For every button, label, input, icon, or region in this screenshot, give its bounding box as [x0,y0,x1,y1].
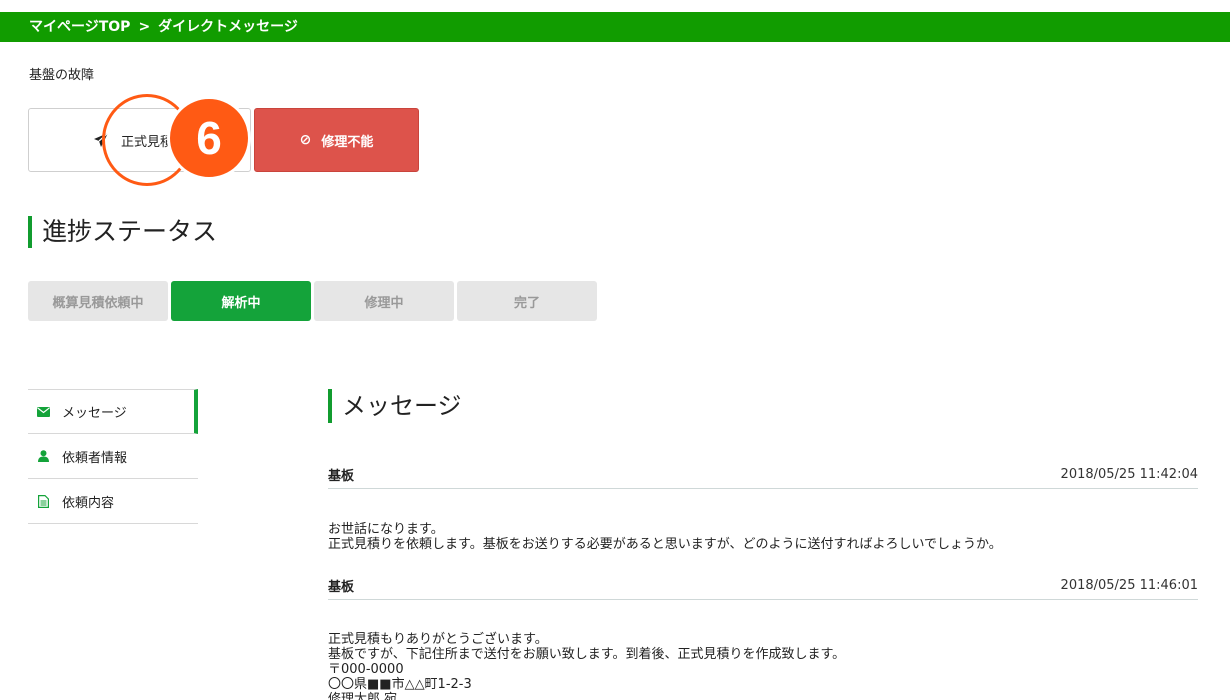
message-header: 基板 2018/05/25 11:46:01 [328,572,1198,600]
message-timestamp: 2018/05/25 11:46:01 [1060,578,1198,593]
progress-steps: 概算見積依頼中 解析中 修理中 完了 [28,281,600,321]
unrepairable-button[interactable]: ⊘ 修理不能 [254,108,419,172]
message-sender: 基板 [328,580,355,595]
message-item: 基板 2018/05/25 11:42:04 お世話になります。 正式見積りを依… [328,461,1198,552]
breadcrumb-current: ダイレクトメッセージ [158,19,298,35]
step-estimate-requested: 概算見積依頼中 [28,281,168,321]
message-header: 基板 2018/05/25 11:42:04 [328,461,1198,489]
sidebar-item-messages[interactable]: メッセージ [28,389,198,434]
message-timestamp: 2018/05/25 11:42:04 [1060,467,1198,482]
breadcrumb-home-link[interactable]: マイページTOP [29,12,130,42]
sidebar-item-label: 依頼内容 [62,495,115,511]
step-complete: 完了 [457,281,597,321]
message-body: お世話になります。 正式見積りを依頼します。基板をお送りする必要があると思います… [328,522,1002,552]
sidebar-item-requester-info[interactable]: 依頼者情報 [28,434,198,479]
breadcrumb: マイページTOP > ダイレクトメッセージ [0,12,1230,42]
sidebar-item-label: メッセージ [62,406,127,421]
side-navigation: メッセージ 依頼者情報 依頼内容 [28,389,198,524]
step-analyzing: 解析中 [171,281,311,321]
message-sender: 基板 [328,469,355,484]
envelope-icon [36,405,50,419]
message-item: 基板 2018/05/25 11:46:01 正式見積もりありがとうございます。… [328,572,1198,700]
ban-icon: ⊘ [299,132,312,148]
sidebar-item-request-details[interactable]: 依頼内容 [28,479,198,524]
progress-section-title: 進捗ステータス [28,216,217,248]
user-icon [36,449,50,463]
sidebar-item-label: 依頼者情報 [62,450,128,466]
request-subject: 基盤の故障 [29,68,95,83]
messages-section-title: メッセージ [328,389,462,423]
step-repairing: 修理中 [314,281,454,321]
breadcrumb-separator: > [138,19,151,35]
message-body: 正式見積もりありがとうございます。 基板ですが、下記住所まで送付をお願い致します… [328,632,846,700]
unrepairable-label: 修理不能 [321,134,374,150]
document-icon [36,494,50,508]
callout-badge: 6 [167,96,251,180]
